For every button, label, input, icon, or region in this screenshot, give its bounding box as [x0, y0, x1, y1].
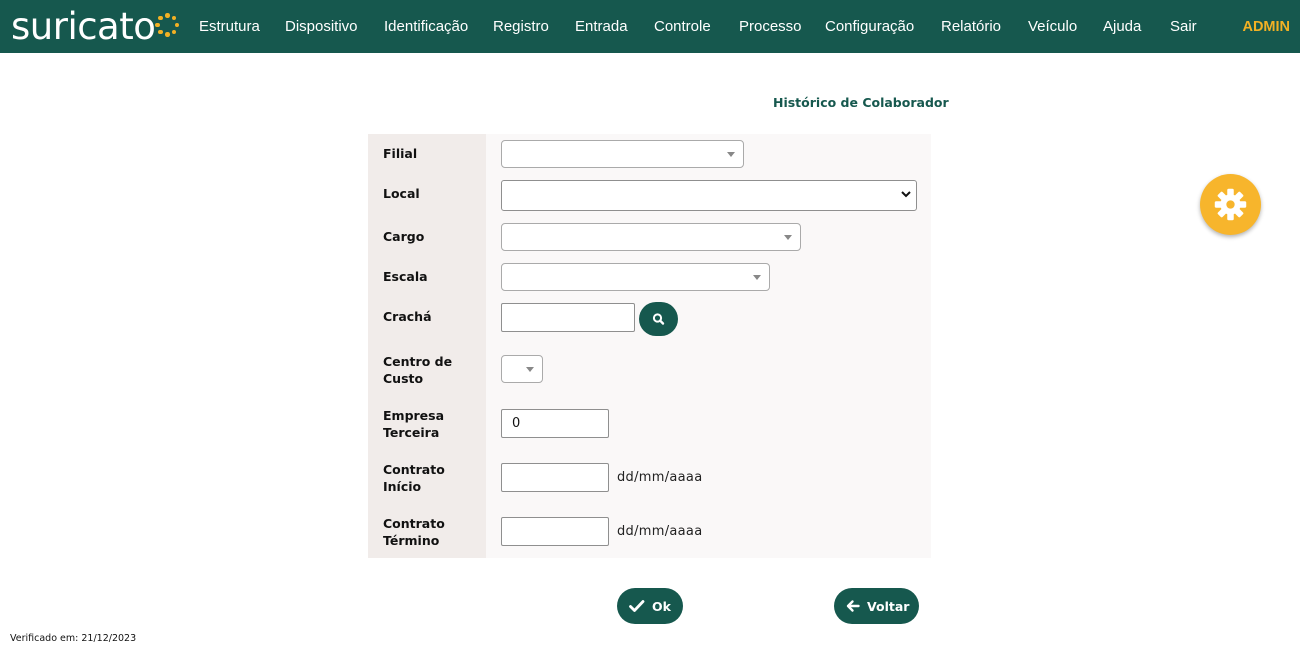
label-centro-custo: Centro de Custo [383, 353, 452, 387]
gear-icon [1214, 188, 1247, 221]
label-filial: Filial [383, 146, 418, 161]
dropdown-arrow-icon [727, 152, 735, 157]
arrow-left-icon [846, 600, 860, 612]
nav-item-estrutura[interactable]: Estrutura [199, 0, 260, 53]
dropdown-arrow-icon [784, 235, 792, 240]
label-empresa-terceira-line1: Empresa [383, 408, 445, 423]
nav-item-ajuda[interactable]: Ajuda [1103, 0, 1141, 53]
nav-item-veiculo[interactable]: Veículo [1028, 0, 1077, 53]
label-cargo: Cargo [383, 229, 425, 244]
cracha-input[interactable] [501, 303, 635, 332]
label-centro-custo-line1: Centro de [383, 354, 453, 369]
logo-text: suricato [11, 4, 156, 48]
contrato-termino-format-hint: dd/mm/aaaa [617, 524, 703, 539]
label-empresa-terceira: Empresa Terceira [383, 407, 444, 441]
nav-item-controle[interactable]: Controle [654, 0, 711, 53]
label-local: Local [383, 186, 420, 201]
label-contrato-inicio: Contrato Início [383, 461, 445, 495]
ok-button-label: Ok [652, 598, 671, 614]
back-button[interactable]: Voltar [834, 588, 919, 624]
label-contrato-inicio-line1: Contrato [383, 462, 445, 477]
nav-item-entrada[interactable]: Entrada [575, 0, 628, 53]
nav-item-sair[interactable]: Sair [1170, 0, 1197, 53]
label-contrato-termino-line1: Contrato [383, 516, 445, 531]
nav-item-relatorio[interactable]: Relatório [941, 0, 1001, 53]
settings-fab[interactable] [1200, 174, 1261, 235]
label-empresa-terceira-line2: Terceira [383, 425, 440, 440]
check-icon [629, 600, 645, 612]
nav-item-processo[interactable]: Processo [739, 0, 802, 53]
back-button-label: Voltar [867, 598, 910, 614]
cargo-select[interactable] [501, 223, 801, 251]
page-title: Histórico de Colaborador [773, 95, 949, 110]
local-select[interactable] [501, 180, 917, 211]
cracha-search-button[interactable] [639, 302, 678, 336]
contrato-termino-input[interactable] [501, 517, 609, 546]
nav-item-dispositivo[interactable]: Dispositivo [285, 0, 358, 53]
nav-item-identificacao[interactable]: Identificação [384, 0, 468, 53]
logo-dots-icon [155, 13, 180, 37]
suricato-logo[interactable]: suricato [11, 4, 180, 48]
escala-select[interactable] [501, 263, 770, 291]
nav-item-registro[interactable]: Registro [493, 0, 549, 53]
dropdown-arrow-icon [753, 275, 761, 280]
ok-button[interactable]: Ok [617, 588, 683, 624]
label-contrato-termino: Contrato Término [383, 515, 445, 549]
user-admin-label[interactable]: ADMIN [1242, 0, 1290, 53]
verified-date-note: Verificado em: 21/12/2023 [10, 633, 137, 644]
label-cracha: Crachá [383, 309, 432, 324]
nav-item-configuracao[interactable]: Configuração [825, 0, 914, 53]
label-escala: Escala [383, 269, 428, 284]
label-centro-custo-line2: Custo [383, 371, 424, 386]
search-icon [652, 313, 665, 325]
contrato-inicio-input[interactable] [501, 463, 609, 492]
top-navbar: suricato Estrutura Dispositivo Identific… [0, 0, 1300, 53]
label-contrato-inicio-line2: Início [383, 479, 422, 494]
contrato-inicio-format-hint: dd/mm/aaaa [617, 470, 703, 485]
dropdown-arrow-icon [526, 367, 534, 372]
filial-select[interactable] [501, 140, 744, 168]
empresa-terceira-input[interactable]: 0 [501, 409, 609, 438]
label-contrato-termino-line2: Término [383, 533, 440, 548]
chevron-down-icon [901, 191, 911, 198]
centro-custo-select[interactable] [501, 355, 543, 383]
